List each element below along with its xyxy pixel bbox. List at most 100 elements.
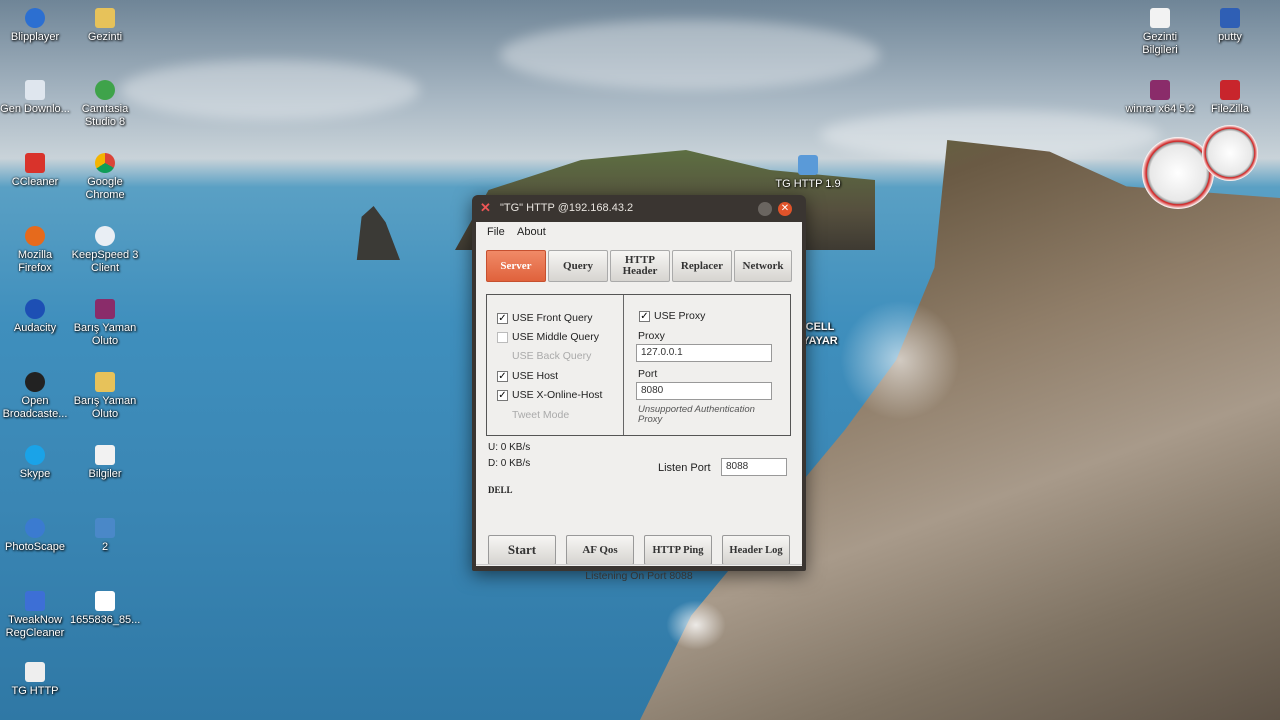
desktop-icon-gezinti[interactable]: Gezinti bbox=[70, 8, 140, 44]
checkbox-checked-icon: ✓ bbox=[497, 389, 508, 401]
af-qos-button[interactable]: AF Qos bbox=[566, 535, 634, 565]
ccleaner-icon bbox=[25, 153, 45, 173]
document-icon bbox=[95, 445, 115, 465]
desktop-icon-winrar-folder[interactable]: Barış Yaman Oluto bbox=[70, 299, 140, 348]
desktop-icon-2[interactable]: 2 bbox=[70, 518, 140, 554]
device-name: DELL bbox=[488, 485, 513, 495]
cloud bbox=[500, 20, 880, 90]
status-separator bbox=[476, 564, 802, 565]
camtasia-icon bbox=[95, 80, 115, 100]
shore-foam bbox=[840, 300, 960, 420]
desktop-icon-skype[interactable]: Skype bbox=[0, 445, 70, 481]
putty-icon bbox=[1220, 8, 1240, 28]
checkbox-checked-icon: ✓ bbox=[639, 310, 650, 322]
tab-replacer[interactable]: Replacer bbox=[672, 250, 732, 282]
proxy-label: Proxy bbox=[638, 330, 665, 342]
tg-http-icon bbox=[798, 155, 818, 175]
blipplayer-icon bbox=[25, 8, 45, 28]
menu-file[interactable]: File bbox=[487, 226, 505, 238]
desktop-icon-audacity[interactable]: Audacity bbox=[0, 299, 70, 335]
wallpaper-text-yayar: YAYAR bbox=[802, 335, 838, 347]
tg-app-icon: ✕ bbox=[480, 200, 491, 215]
close-button[interactable]: ✕ bbox=[778, 202, 792, 216]
desktop-icon-filezilla[interactable]: FileZilla bbox=[1195, 80, 1265, 116]
window-title: "TG" HTTP @192.168.43.2 bbox=[500, 202, 634, 214]
checkbox-checked-icon: ✓ bbox=[497, 370, 508, 382]
listen-port-input[interactable]: 8088 bbox=[721, 458, 787, 476]
tg-http-icon bbox=[25, 662, 45, 682]
desktop-icon-blipplayer[interactable]: Blipplayer bbox=[0, 8, 70, 44]
checkbox-disabled-icon bbox=[497, 351, 508, 362]
panel-divider bbox=[623, 295, 624, 435]
tweaknow-icon bbox=[25, 591, 45, 611]
wallpaper-text-cell: CELL bbox=[805, 321, 835, 333]
tab-server[interactable]: Server bbox=[486, 250, 546, 282]
http-ping-button[interactable]: HTTP Ping bbox=[644, 535, 712, 565]
desktop-icon-bilgiler[interactable]: Bilgiler bbox=[70, 445, 140, 481]
desktop-icon-obs[interactable]: Open Broadcaste... bbox=[0, 372, 70, 421]
listen-port-label: Listen Port bbox=[658, 462, 711, 474]
firefox-icon bbox=[25, 226, 45, 246]
desktop-icon-tg-http-behind[interactable]: TG HTTP 1.9 bbox=[773, 155, 843, 191]
checkbox-disabled-icon bbox=[497, 410, 508, 421]
status-text: Listening On Port 8088 bbox=[585, 570, 693, 582]
window-client: File About Server Query HTTP Header Repl… bbox=[476, 222, 802, 582]
checkbox-checked-icon: ✓ bbox=[497, 312, 508, 324]
tab-network[interactable]: Network bbox=[734, 250, 792, 282]
shore-foam bbox=[666, 600, 726, 650]
audacity-icon bbox=[25, 299, 45, 319]
archive-icon bbox=[95, 299, 115, 319]
menu-about[interactable]: About bbox=[517, 226, 546, 238]
desktop-icon-gen-downloader[interactable]: Gen Downlo... bbox=[0, 80, 70, 116]
keepspeed-icon bbox=[95, 226, 115, 246]
desktop-icon-firefox[interactable]: Mozilla Firefox bbox=[0, 226, 70, 275]
folder-icon bbox=[95, 8, 115, 28]
tab-query[interactable]: Query bbox=[548, 250, 608, 282]
port-label: Port bbox=[638, 368, 658, 380]
minimize-button[interactable] bbox=[758, 202, 772, 216]
desktop-icon-photoscape[interactable]: PhotoScape bbox=[0, 518, 70, 554]
tab-http-header[interactable]: HTTP Header bbox=[610, 250, 670, 282]
desktop-icon-keepspeed[interactable]: KeepSpeed 3 Client bbox=[70, 226, 140, 275]
use-front-query-checkbox[interactable]: ✓ USE Front Query bbox=[497, 312, 593, 324]
use-host-checkbox[interactable]: ✓ USE Host bbox=[497, 370, 558, 382]
desktop-icon-tg-http[interactable]: TG HTTP bbox=[0, 662, 70, 698]
desktop-icon-image-file[interactable]: 1655836_85... bbox=[70, 591, 140, 627]
upload-speed: U: 0 KB/s bbox=[488, 442, 531, 453]
download-speed: D: 0 KB/s bbox=[488, 458, 531, 469]
desktop-icon-ccleaner[interactable]: CCleaner bbox=[0, 153, 70, 189]
desktop-icon-tweaknow[interactable]: TweakNow RegCleaner bbox=[0, 591, 70, 640]
desktop-icon-camtasia[interactable]: Camtasia Studio 8 bbox=[70, 80, 140, 129]
image-file-icon bbox=[95, 591, 115, 611]
use-back-query-checkbox: USE Back Query bbox=[497, 350, 591, 362]
document-icon bbox=[1150, 8, 1170, 28]
filezilla-icon bbox=[1220, 80, 1240, 100]
skype-icon bbox=[25, 445, 45, 465]
folder-icon bbox=[95, 372, 115, 392]
obs-icon bbox=[25, 372, 45, 392]
chrome-icon bbox=[95, 153, 115, 173]
cpu-meter-gadget[interactable] bbox=[1140, 125, 1260, 215]
image-icon bbox=[95, 518, 115, 538]
winrar-icon bbox=[1150, 80, 1170, 100]
tweet-mode-checkbox: Tweet Mode bbox=[497, 409, 569, 421]
header-log-button[interactable]: Header Log bbox=[722, 535, 790, 565]
tg-http-window: ✕ "TG" HTTP @192.168.43.2 ✕ File About S… bbox=[472, 195, 806, 582]
desktop-icon-winrar[interactable]: winrar x64 5.2 bbox=[1125, 80, 1195, 116]
start-button[interactable]: Start bbox=[488, 535, 556, 565]
use-proxy-checkbox[interactable]: ✓ USE Proxy bbox=[639, 310, 705, 322]
desktop-icon-gezinti-bilgileri[interactable]: Gezinti Bilgileri bbox=[1125, 8, 1195, 57]
desktop-icon-putty[interactable]: putty bbox=[1195, 8, 1265, 44]
menubar: File About bbox=[476, 222, 802, 242]
proxy-port-input[interactable]: 8080 bbox=[636, 382, 772, 400]
proxy-address-input[interactable]: 127.0.0.1 bbox=[636, 344, 772, 362]
titlebar[interactable]: ✕ "TG" HTTP @192.168.43.2 ✕ bbox=[472, 195, 806, 221]
use-middle-query-checkbox[interactable]: USE Middle Query bbox=[497, 331, 599, 343]
downloader-icon bbox=[25, 80, 45, 100]
photoscape-icon bbox=[25, 518, 45, 538]
server-settings-panel: ✓ USE Front Query USE Middle Query USE Ba… bbox=[486, 294, 791, 436]
use-x-online-host-checkbox[interactable]: ✓ USE X-Online-Host bbox=[497, 389, 602, 401]
desktop-icon-chrome[interactable]: Google Chrome bbox=[70, 153, 140, 202]
desktop-icon-folder[interactable]: Barış Yaman Oluto bbox=[70, 372, 140, 421]
sea-stack-rock bbox=[356, 206, 400, 260]
